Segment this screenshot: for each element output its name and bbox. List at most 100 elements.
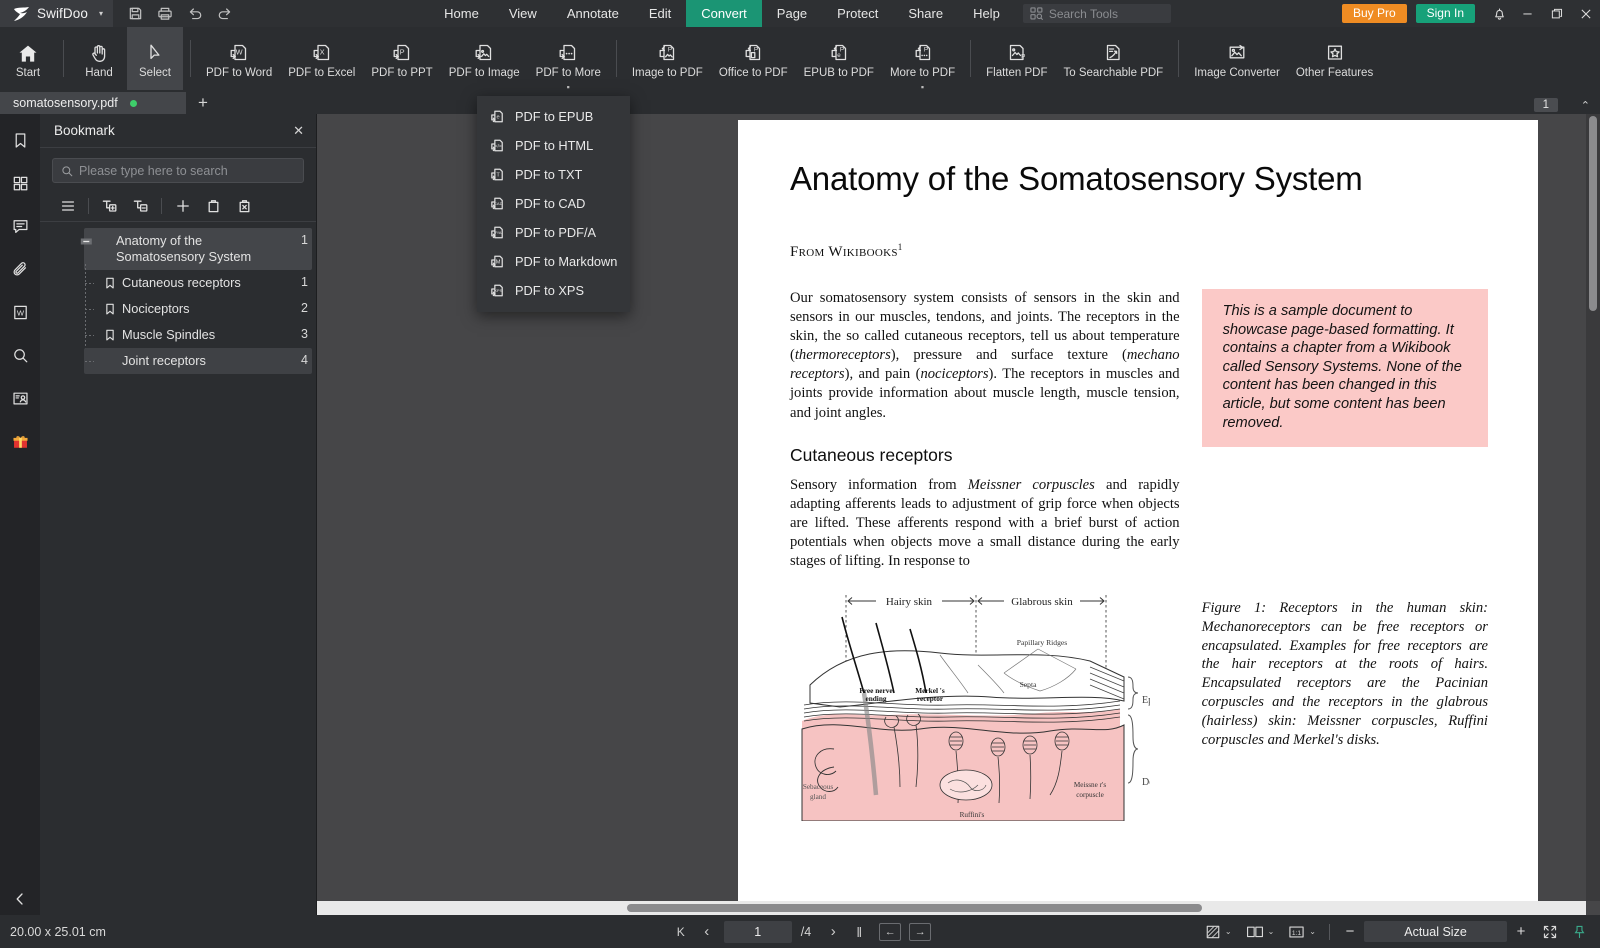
brand-button[interactable]: SwifDoo ▾: [0, 0, 113, 27]
bookmark-expander-icon[interactable]: [78, 228, 94, 254]
navigate-forward-button[interactable]: →: [909, 922, 932, 941]
sample-document-callout: This is a sample document to showcase pa…: [1201, 288, 1488, 448]
print-icon[interactable]: [151, 0, 179, 27]
page-layout-button[interactable]: ⌄: [1239, 921, 1282, 943]
menu-item-pdf-to-xps[interactable]: XPS PDF to XPS: [477, 276, 630, 305]
ribbon-image-to-pdf[interactable]: P Image to PDF: [624, 27, 711, 90]
ribbon-flatten-pdf[interactable]: P Flatten PDF: [978, 27, 1055, 90]
viewer-vertical-scroll-thumb[interactable]: [1589, 116, 1597, 311]
bookmark-icon[interactable]: [4, 124, 36, 156]
add-child-bookmark-icon[interactable]: [94, 193, 125, 219]
next-page-button[interactable]: ›: [821, 921, 845, 943]
view-mode-button[interactable]: ⌄: [1198, 921, 1239, 943]
ribbon-pdf-to-word[interactable]: W PDF to Word: [198, 27, 280, 90]
menu-protect[interactable]: Protect: [822, 0, 893, 27]
viewer-vertical-scrollbar[interactable]: [1586, 114, 1600, 901]
ribbon-divider: [63, 40, 64, 77]
window-close-button[interactable]: [1571, 0, 1600, 27]
last-page-button[interactable]: ǁ: [847, 921, 871, 943]
current-page-input[interactable]: 1: [723, 920, 792, 943]
menu-item-pdf-to-txt[interactable]: T PDF to TXT: [477, 160, 630, 189]
byline-text: From Wikibooks: [790, 243, 898, 260]
ribbon-other-features[interactable]: Other Features: [1288, 27, 1381, 90]
bookmark-item-cutaneous-receptors[interactable]: Cutaneous receptors 1: [40, 270, 316, 296]
bookmark-search-input[interactable]: Please type here to search: [52, 158, 304, 183]
sign-in-button[interactable]: Sign In: [1415, 4, 1475, 23]
menu-help[interactable]: Help: [958, 0, 1015, 27]
chevron-down-icon[interactable]: ⌄: [1309, 927, 1316, 936]
window-maximize-button[interactable]: [1542, 0, 1571, 27]
undo-icon[interactable]: [181, 0, 209, 27]
menu-item-pdf-to-pdfa[interactable]: P/A PDF to PDF/A: [477, 218, 630, 247]
fullscreen-button[interactable]: [1535, 921, 1565, 943]
delete-bookmark-icon[interactable]: [198, 193, 229, 219]
svg-text:X: X: [320, 47, 325, 56]
menu-share[interactable]: Share: [893, 0, 958, 27]
remove-child-bookmark-icon[interactable]: [125, 193, 156, 219]
viewer-horizontal-scroll-thumb[interactable]: [627, 904, 1202, 912]
comments-icon[interactable]: [4, 210, 36, 242]
cursor-icon: [144, 40, 166, 64]
menu-home[interactable]: Home: [429, 0, 494, 27]
ribbon-to-searchable-pdf[interactable]: To Searchable PDF: [1055, 27, 1171, 90]
new-tab-button[interactable]: +: [186, 92, 220, 114]
add-bookmark-icon[interactable]: [167, 193, 198, 219]
collapse-ribbon-caret-icon[interactable]: ⌃: [1581, 99, 1590, 112]
viewer-horizontal-scrollbar[interactable]: [317, 901, 1586, 915]
menu-annotate[interactable]: Annotate: [552, 0, 634, 27]
search-tools-input[interactable]: Search Tools: [1022, 4, 1171, 23]
document-tab-somatosensory[interactable]: somatosensory.pdf: [0, 92, 186, 114]
redo-icon[interactable]: [211, 0, 239, 27]
ribbon-flatten-pdf-label: Flatten PDF: [986, 66, 1048, 79]
ribbon-epub-to-pdf[interactable]: Pe EPUB to PDF: [796, 27, 882, 90]
bookmark-item-joint-receptors[interactable]: Joint receptors 4: [40, 348, 316, 374]
chevron-down-icon[interactable]: ⌄: [1225, 927, 1232, 936]
ribbon-select[interactable]: Select: [127, 27, 183, 90]
zoom-in-button[interactable]: +: [1507, 921, 1535, 943]
ribbon-pdf-to-more[interactable]: PDF to More ▪: [528, 27, 609, 92]
first-page-button[interactable]: K: [669, 921, 693, 943]
window-minimize-button[interactable]: [1513, 0, 1542, 27]
menu-item-pdf-to-html[interactable]: </> PDF to HTML: [477, 131, 630, 160]
bookmark-item-muscle-spindles[interactable]: Muscle Spindles 3: [40, 322, 316, 348]
ribbon-pdf-to-ppt[interactable]: P PDF to PPT: [363, 27, 440, 90]
chevron-down-icon[interactable]: ⌄: [1268, 927, 1275, 936]
menu-item-pdf-to-markdown[interactable]: M PDF to Markdown: [477, 247, 630, 276]
close-icon[interactable]: ✕: [293, 123, 304, 139]
menu-convert[interactable]: Convert: [686, 0, 762, 27]
zoom-level-select[interactable]: Actual Size: [1364, 921, 1507, 942]
menu-page[interactable]: Page: [762, 0, 822, 27]
menu-edit[interactable]: Edit: [634, 0, 686, 27]
ribbon-more-to-pdf[interactable]: P More to PDF ▪: [882, 27, 963, 92]
bookmark-item-root[interactable]: Anatomy of the Somatosensory System 1: [40, 228, 316, 270]
save-icon[interactable]: [121, 0, 149, 27]
delete-all-bookmarks-icon[interactable]: [229, 193, 260, 219]
menu-view[interactable]: View: [494, 0, 552, 27]
bookmark-item-nociceptors[interactable]: Nociceptors 2: [40, 296, 316, 322]
pin-button[interactable]: [1565, 921, 1594, 943]
brand-caret-icon[interactable]: ▾: [99, 9, 103, 18]
scale-mode-button[interactable]: 1:1 ⌄: [1281, 921, 1323, 943]
thumbnails-icon[interactable]: [4, 167, 36, 199]
previous-page-button[interactable]: ‹: [695, 921, 719, 943]
ribbon-pdf-to-image[interactable]: PDF to Image: [441, 27, 528, 90]
ribbon-to-searchable-pdf-label: To Searchable PDF: [1063, 66, 1164, 79]
ribbon-pdf-to-excel[interactable]: X PDF to Excel: [280, 27, 363, 90]
zoom-out-button[interactable]: −: [1336, 921, 1364, 943]
stamp-icon[interactable]: [4, 382, 36, 414]
collapse-panel-button[interactable]: [0, 891, 40, 907]
ribbon-office-to-pdf[interactable]: P Office to PDF: [711, 27, 796, 90]
ribbon-hand[interactable]: Hand: [71, 27, 127, 90]
list-menu-icon[interactable]: [52, 193, 83, 219]
notifications-bell-icon[interactable]: [1485, 0, 1513, 27]
menu-item-pdf-to-epub[interactable]: e PDF to EPUB: [477, 102, 630, 131]
ribbon-image-converter[interactable]: Image Converter: [1186, 27, 1288, 90]
navigate-back-button[interactable]: ←: [879, 922, 902, 941]
search-icon[interactable]: [4, 339, 36, 371]
ribbon-start[interactable]: Start: [0, 27, 56, 90]
attachments-icon[interactable]: [4, 253, 36, 285]
buy-pro-button[interactable]: Buy Pro: [1341, 4, 1407, 23]
gift-icon[interactable]: [4, 425, 36, 457]
menu-item-pdf-to-cad[interactable]: CAD PDF to CAD: [477, 189, 630, 218]
word-icon[interactable]: W: [4, 296, 36, 328]
